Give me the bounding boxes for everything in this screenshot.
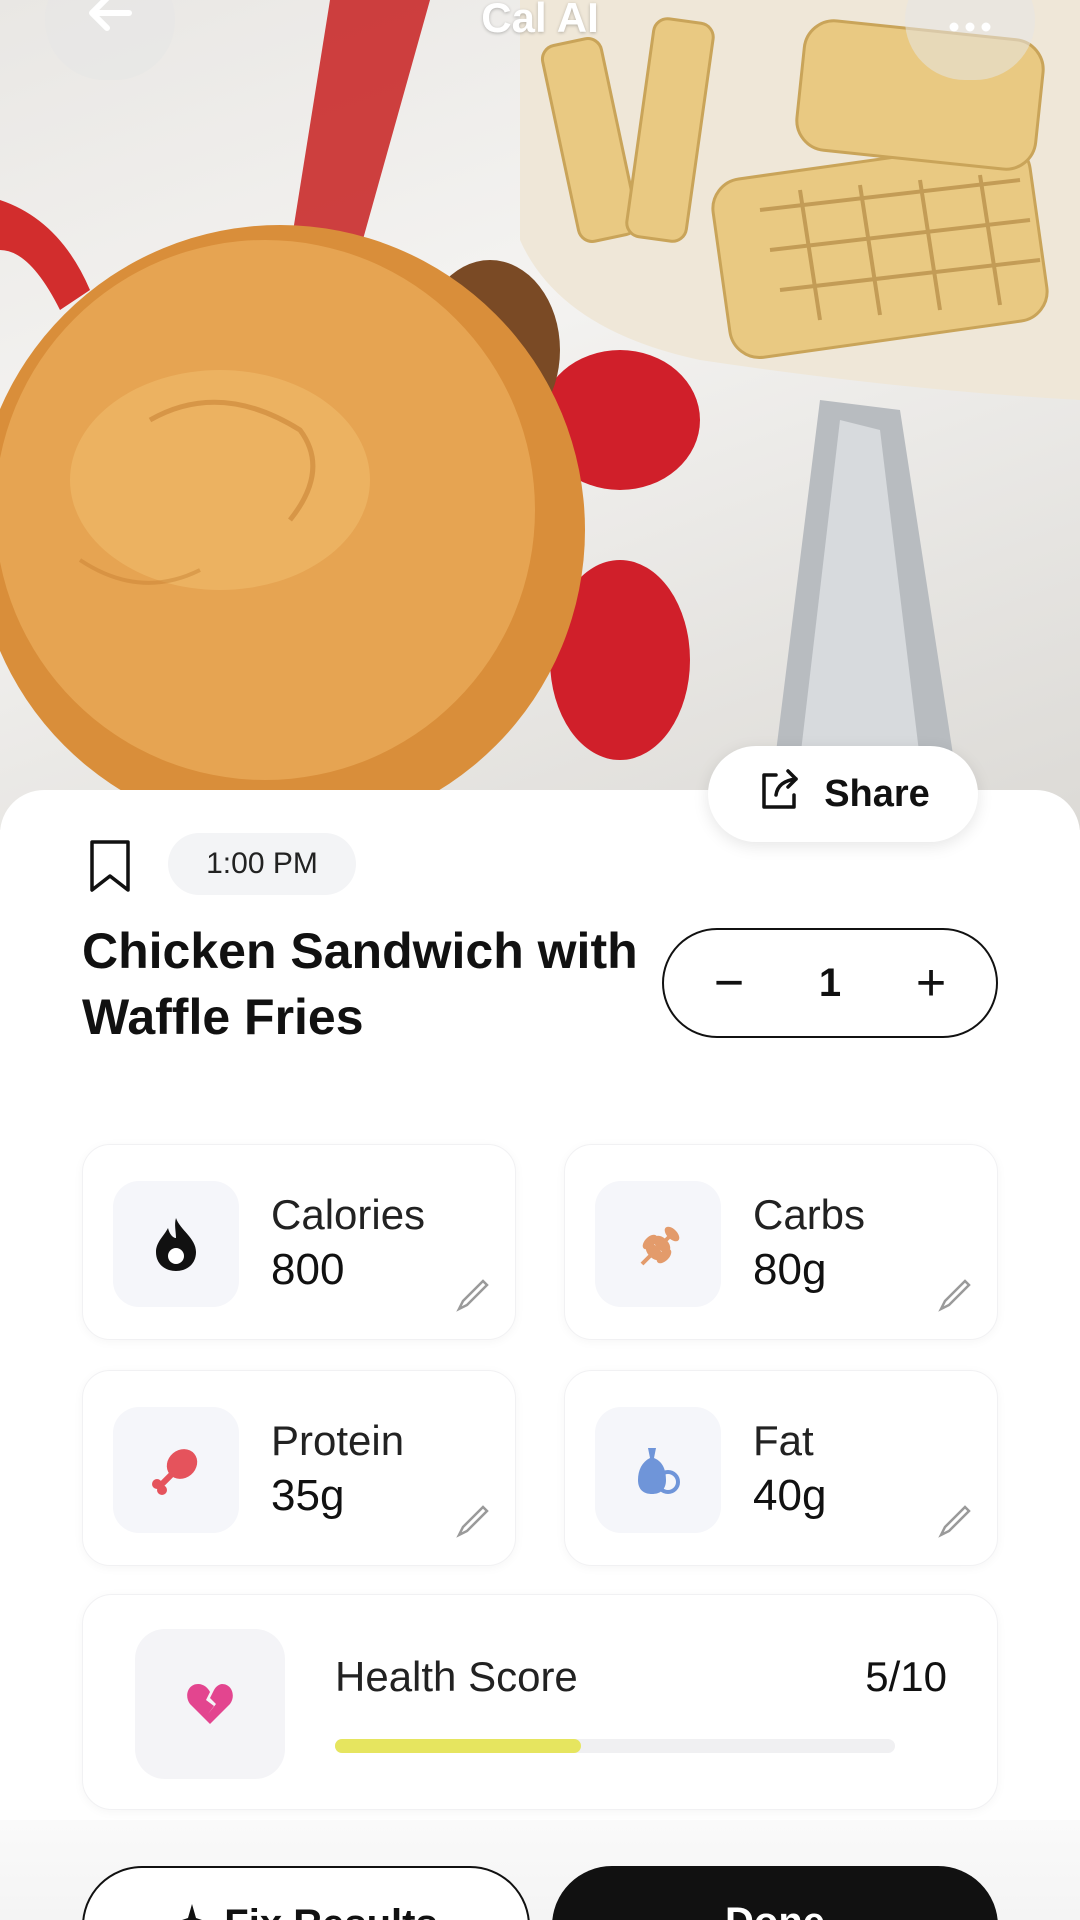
nutrient-label: Calories bbox=[271, 1191, 426, 1238]
edit-pencil-icon[interactable] bbox=[935, 1501, 975, 1541]
bookmark-button[interactable] bbox=[88, 838, 132, 894]
meal-time: 1:00 PM bbox=[168, 833, 356, 895]
nutrient-label: Fat bbox=[753, 1417, 814, 1464]
nutrient-value: 80g bbox=[753, 1245, 827, 1294]
flame-icon bbox=[113, 1181, 239, 1307]
bookmark-icon bbox=[90, 840, 130, 892]
nutrient-card-fat[interactable]: Fat 40g bbox=[564, 1370, 998, 1566]
wheat-icon bbox=[595, 1181, 721, 1307]
nutrient-card-calories[interactable]: Calories 800 bbox=[82, 1144, 516, 1340]
quantity-stepper: − 1 + bbox=[662, 928, 998, 1038]
edit-pencil-icon[interactable] bbox=[453, 1275, 493, 1315]
quantity-value[interactable]: 1 bbox=[819, 961, 841, 1006]
health-score-fill bbox=[335, 1739, 582, 1753]
nutrient-value: 35g bbox=[271, 1471, 345, 1520]
nutrient-card-protein[interactable]: Protein 35g bbox=[82, 1370, 516, 1566]
food-photo bbox=[0, 0, 1080, 830]
share-icon bbox=[756, 765, 804, 823]
top-bar: Cal AI bbox=[0, 0, 1080, 80]
fix-results-button[interactable]: Fix Results bbox=[82, 1866, 530, 1920]
done-button[interactable]: Done bbox=[552, 1866, 998, 1920]
more-horizontal-icon bbox=[948, 0, 992, 44]
nutrient-value: 800 bbox=[271, 1245, 345, 1294]
fix-results-label: Fix Results bbox=[224, 1902, 437, 1920]
decrement-button[interactable]: − bbox=[704, 957, 754, 1009]
oil-drop-icon bbox=[595, 1407, 721, 1533]
edit-pencil-icon[interactable] bbox=[935, 1275, 975, 1315]
health-score-card[interactable]: Health Score 5/10 bbox=[82, 1594, 998, 1810]
health-score-value: 5/10 bbox=[865, 1653, 947, 1700]
health-score-bar bbox=[335, 1739, 895, 1753]
edit-pencil-icon[interactable] bbox=[453, 1501, 493, 1541]
increment-button[interactable]: + bbox=[906, 957, 956, 1009]
nutrient-label: Carbs bbox=[753, 1191, 866, 1238]
nutrient-card-carbs[interactable]: Carbs 80g bbox=[564, 1144, 998, 1340]
drumstick-icon bbox=[113, 1407, 239, 1533]
nutrient-value: 40g bbox=[753, 1471, 827, 1520]
food-title[interactable]: Chicken Sandwich with Waffle Fries bbox=[82, 918, 642, 1050]
sparkle-icon bbox=[174, 1902, 210, 1920]
share-button[interactable]: Share bbox=[708, 746, 978, 842]
health-score-label: Health Score bbox=[335, 1653, 578, 1700]
broken-heart-icon bbox=[135, 1629, 285, 1779]
share-label: Share bbox=[824, 772, 930, 815]
nutrient-label: Protein bbox=[271, 1417, 405, 1464]
